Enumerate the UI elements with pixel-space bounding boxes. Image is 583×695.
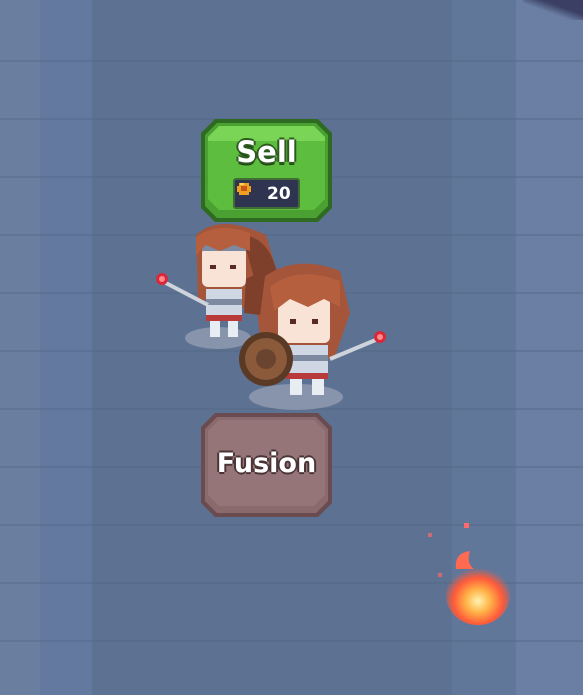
flame-icon bbox=[428, 523, 510, 625]
sell-button[interactable]: Sell 20 bbox=[201, 119, 332, 222]
sell-price-badge: 20 bbox=[233, 178, 300, 209]
fusion-button[interactable]: Fusion bbox=[201, 413, 332, 517]
coin-icon bbox=[237, 183, 251, 195]
sell-price: 20 bbox=[267, 184, 291, 204]
knight-unit-2[interactable] bbox=[232, 255, 397, 415]
sell-label: Sell bbox=[236, 135, 297, 169]
fusion-label: Fusion bbox=[216, 448, 317, 479]
